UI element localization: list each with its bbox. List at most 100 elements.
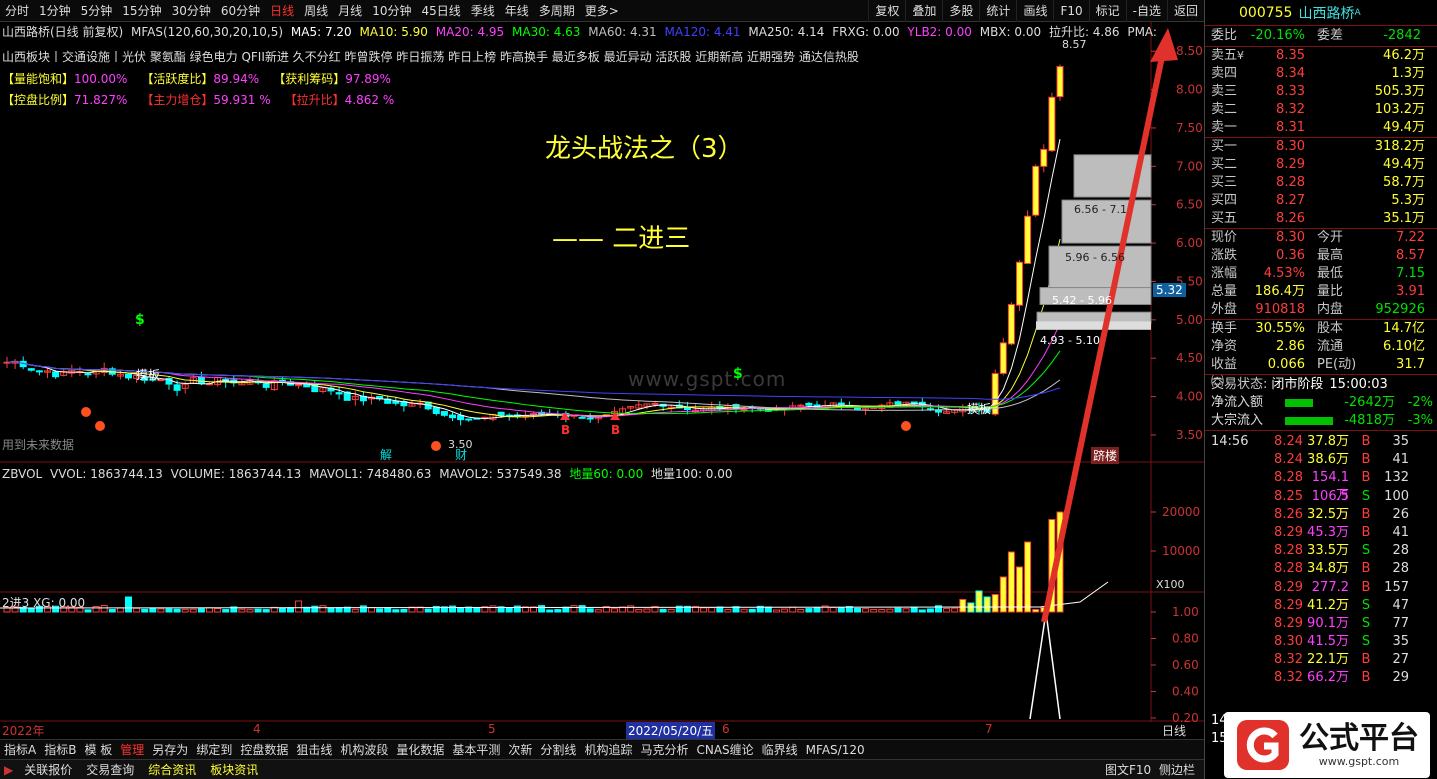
timeframe-8[interactable]: 月线 [333, 0, 367, 22]
yen-icon: ¥ [1237, 49, 1245, 62]
timeframe-7[interactable]: 周线 [299, 0, 333, 22]
bid-book: 买一 8.30 318.2万 买二 8.29 49.4万 买三 8.28 58.7万 买四 8.27… [1205, 137, 1437, 228]
bid-row-0[interactable]: 买一 8.30 318.2万 [1205, 138, 1437, 156]
timeframe-11[interactable]: 季线 [466, 0, 500, 22]
ask-row-1[interactable]: 卖四 8.34 1.3万 [1205, 65, 1437, 83]
tick-time [1205, 597, 1263, 615]
timeframe-2[interactable]: 5分钟 [76, 0, 118, 22]
bottom-tab-0[interactable]: 指标A [0, 740, 40, 760]
timeframe-5[interactable]: 60分钟 [216, 0, 265, 22]
bottom-tab-12[interactable]: 分割线 [536, 740, 580, 760]
volume-bar [254, 608, 262, 613]
status-tab-trade[interactable]: 交易查询 [79, 760, 141, 779]
status-tab-sector[interactable]: 板块资讯 [203, 760, 265, 779]
price-tick-label: 5.00 [1176, 313, 1203, 327]
signal-dot-icon [431, 441, 441, 451]
volume-bar [319, 605, 327, 613]
volume-bar [165, 608, 173, 613]
volume-bar [149, 607, 157, 613]
bottom-tab-11[interactable]: 次新 [504, 740, 536, 760]
volume-bar [951, 607, 959, 613]
ma20-line [6, 323, 1061, 417]
tick-price: 8.24 [1274, 452, 1303, 468]
tool-button-7[interactable]: -自选 [1125, 0, 1167, 22]
volume-bar [594, 609, 602, 613]
tool-button-4[interactable]: 画线 [1016, 0, 1053, 22]
ask-row-2[interactable]: 卖三 8.33 505.3万 [1205, 83, 1437, 101]
buy-mark: B [611, 423, 620, 437]
bid-row-4[interactable]: 买五 8.26 35.1万 [1205, 210, 1437, 228]
bottom-tab-7[interactable]: 狙击线 [292, 740, 336, 760]
bid-row-3[interactable]: 买四 8.27 5.3万 [1205, 192, 1437, 210]
right-tools: 复权 叠加 多股 统计 画线 F10 标记 -自选 返回 [868, 0, 1204, 22]
tick-price: 8.28 [1274, 543, 1303, 559]
volume-bar [376, 608, 384, 613]
volume-bar [489, 605, 497, 613]
bottom-tab-6[interactable]: 控盘数据 [236, 740, 292, 760]
ma60-line [6, 361, 1061, 411]
tool-button-8[interactable]: 返回 [1166, 0, 1204, 22]
volume-bar [773, 609, 780, 613]
book-volume: 5.3万 [1391, 193, 1425, 208]
status-tab-news[interactable]: 综合资讯 [141, 760, 203, 779]
ask-row-3[interactable]: 卖二 8.32 103.2万 [1205, 101, 1437, 119]
bottom-tab-13[interactable]: 机构追踪 [580, 740, 636, 760]
tool-button-3[interactable]: 统计 [979, 0, 1016, 22]
dl100-value: 地量100: 0.00 [651, 467, 733, 481]
candle-body [837, 402, 845, 405]
volume-bar [724, 609, 732, 613]
tool-button-0[interactable]: 复权 [868, 0, 905, 22]
price-tick-label: 6.00 [1176, 236, 1203, 250]
bottom-tab-10[interactable]: 基本平测 [448, 740, 504, 760]
chart-area[interactable]: 8.50 8.00 7.50 7.00 6.50 6.00 5.50 5.00 4.50 4.00… [0, 22, 1204, 738]
tick-list[interactable]: 14:56 8.24 37.8万 B 35 8.24 38.6万 B 41 8.28 154.1万 B… [1205, 430, 1437, 688]
price-tick-label: 4.00 [1176, 390, 1203, 404]
ask-row-0[interactable]: 卖五¥ 8.35 46.2万 [1205, 47, 1437, 65]
tool-button-5[interactable]: F10 [1053, 0, 1088, 22]
timeframe-9[interactable]: 10分钟 [367, 0, 416, 22]
timeframe-4[interactable]: 30分钟 [167, 0, 216, 22]
volume-bar [335, 607, 343, 613]
bottom-tab-1[interactable]: 指标B [40, 740, 80, 760]
tool-button-1[interactable]: 叠加 [905, 0, 942, 22]
bottom-tab-17[interactable]: MFAS/120 [802, 740, 869, 760]
status-sidebar-button[interactable]: 侧边栏 [1152, 760, 1202, 779]
tick-volume: 90.1万 [1307, 615, 1349, 631]
status-f10-button[interactable]: 图文F10 [1098, 760, 1158, 779]
tool-button-2[interactable]: 多股 [942, 0, 979, 22]
bottom-tab-15[interactable]: CNAS缠论 [692, 740, 757, 760]
timeframe-1[interactable]: 1分钟 [34, 0, 76, 22]
timeframe-10[interactable]: 45日线 [416, 0, 465, 22]
ask-row-4[interactable]: 卖一 8.31 49.4万 [1205, 119, 1437, 137]
bottom-tab-14[interactable]: 马克分析 [636, 740, 692, 760]
volume-bar [708, 607, 716, 613]
status-tab-quote[interactable]: 关联报价 [17, 760, 79, 779]
bottom-tab-16[interactable]: 临界线 [758, 740, 802, 760]
bid-row-1[interactable]: 买二 8.29 49.4万 [1205, 156, 1437, 174]
bottom-tab-5[interactable]: 绑定到 [192, 740, 236, 760]
timeframe-3[interactable]: 15分钟 [117, 0, 166, 22]
chip-label-1: 6.56 - 7.1 [1074, 203, 1127, 216]
volume-bar [116, 607, 124, 613]
book-price: 8.32 [1276, 102, 1305, 117]
timeframe-14[interactable]: 更多> [580, 0, 624, 22]
bottom-tab-4[interactable]: 另存为 [148, 740, 192, 760]
bid-row-2[interactable]: 买三 8.28 58.7万 [1205, 174, 1437, 192]
status-arrow-icon[interactable]: ▶ [0, 760, 17, 779]
timeframe-12[interactable]: 年线 [500, 0, 534, 22]
tool-button-6[interactable]: 标记 [1088, 0, 1126, 22]
stat-value: 7.15 [1396, 266, 1425, 281]
chart-canvas[interactable]: 8.508.007.507.006.506.005.505.004.504.00… [0, 22, 1204, 722]
ganglou-mark: 跻楼 [1091, 447, 1120, 464]
stat-label: 现价 [1211, 230, 1238, 245]
timeframe-13[interactable]: 多周期 [534, 0, 580, 22]
timeframe-0[interactable]: 分时 [0, 0, 34, 22]
bottom-tab-2[interactable]: 模 板 [80, 740, 116, 760]
tick-time: 14:56 [1211, 434, 1249, 449]
bottom-tab-9[interactable]: 量化数据 [392, 740, 448, 760]
bottom-tab-3[interactable]: 管理 [116, 740, 148, 760]
volume-bar [141, 608, 149, 613]
timeframe-6[interactable]: 日线 [265, 0, 299, 22]
bottom-tab-8[interactable]: 机构波段 [336, 740, 392, 760]
tick-price: 8.30 [1274, 634, 1303, 650]
